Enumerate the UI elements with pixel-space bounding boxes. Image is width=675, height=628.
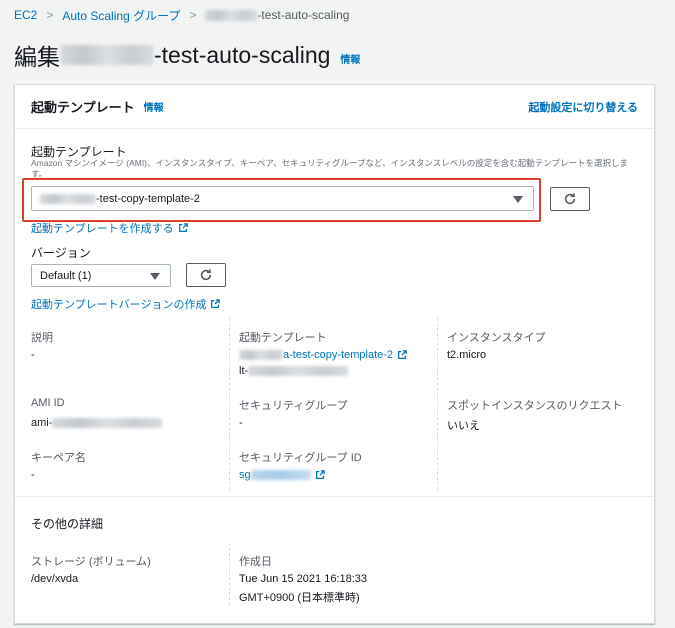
refresh-icon [564,193,576,205]
redacted-id [248,366,349,376]
spot-request-label: スポットインスタンスのリクエスト [447,400,623,412]
redacted-id [250,470,311,480]
caret-down-icon [513,195,523,203]
external-link-icon [315,470,325,479]
section-divider [15,496,654,497]
panel-title: 起動テンプレート 情報 [31,99,164,115]
breadcrumb-ec2[interactable]: EC2 [14,8,37,22]
launch-template-select[interactable]: -test-copy-template-2 [31,186,534,211]
breadcrumb-current: -test-auto-scaling [205,8,349,22]
column-divider [229,543,230,605]
launch-template-description: Amazon マシンイメージ (AMI)、インスタンスタイプ、キーペア、セキュリ… [31,158,629,179]
created-date: Tue Jun 15 2021 16:18:33 [239,573,368,585]
caret-down-icon [150,272,160,280]
created-timezone: GMT+0900 (日本標準時) [239,592,360,604]
version-refresh-button[interactable] [186,263,226,287]
template-label: 起動テンプレート [239,332,327,344]
external-link-icon [178,223,188,232]
column-divider [229,318,230,490]
storage-value: /dev/xvda [31,573,79,585]
create-launch-template-link[interactable]: 起動テンプレートを作成する [31,220,188,236]
version-select[interactable]: Default (1) [31,264,171,287]
switch-to-launch-config-link[interactable]: 起動設定に切り替える [528,99,638,115]
create-template-version-link[interactable]: 起動テンプレートバージョンの作成 [31,296,221,312]
security-group-id-link[interactable]: sg [239,469,325,481]
column-divider [437,318,438,490]
description-value: - [31,349,35,361]
breadcrumb: EC2 > Auto Scaling グループ > -test-auto-sca… [14,6,349,24]
chevron-right-icon: > [189,8,197,22]
instance-type-label: インスタンスタイプ [447,332,546,344]
keypair-value: - [31,469,35,481]
spot-request-value: いいえ [447,420,480,432]
redacted-name [40,193,96,204]
description-label: 説明 [31,332,53,344]
refresh-button[interactable] [550,187,590,211]
security-group-id-label: セキュリティグループ ID [239,452,362,464]
instance-type-value: t2.micro [447,349,487,361]
external-link-icon [398,350,407,359]
ami-id-value: ami- [31,417,163,429]
other-details-title: その他の詳細 [31,517,104,531]
refresh-icon [200,269,212,281]
created-label: 作成日 [239,556,272,568]
storage-label: ストレージ (ボリューム) [31,556,151,568]
security-group-label: セキュリティグループ [239,400,348,412]
template-id: lt- [239,365,349,377]
version-label: バージョン [31,246,91,260]
template-link[interactable]: a-test-copy-template-2 [239,349,407,361]
security-group-value: - [239,417,243,429]
info-link[interactable]: 情報 [340,51,360,66]
info-link[interactable]: 情報 [144,99,164,114]
redacted-name [205,9,258,21]
chevron-right-icon: > [46,8,54,22]
redacted-id [52,418,163,428]
keypair-label: キーペア名 [31,452,86,464]
panel-header: 起動テンプレート 情報 起動設定に切り替える [15,85,654,129]
page-title: 編集 -test-auto-scaling 情報 [14,41,361,71]
external-link-icon [211,299,221,308]
ami-id-label: AMI ID [31,397,65,409]
redacted-name [239,350,283,360]
redacted-name [61,45,153,65]
launch-template-panel: 起動テンプレート 情報 起動設定に切り替える 起動テンプレート Amazon マ… [14,84,655,624]
breadcrumb-asg[interactable]: Auto Scaling グループ [62,7,180,24]
